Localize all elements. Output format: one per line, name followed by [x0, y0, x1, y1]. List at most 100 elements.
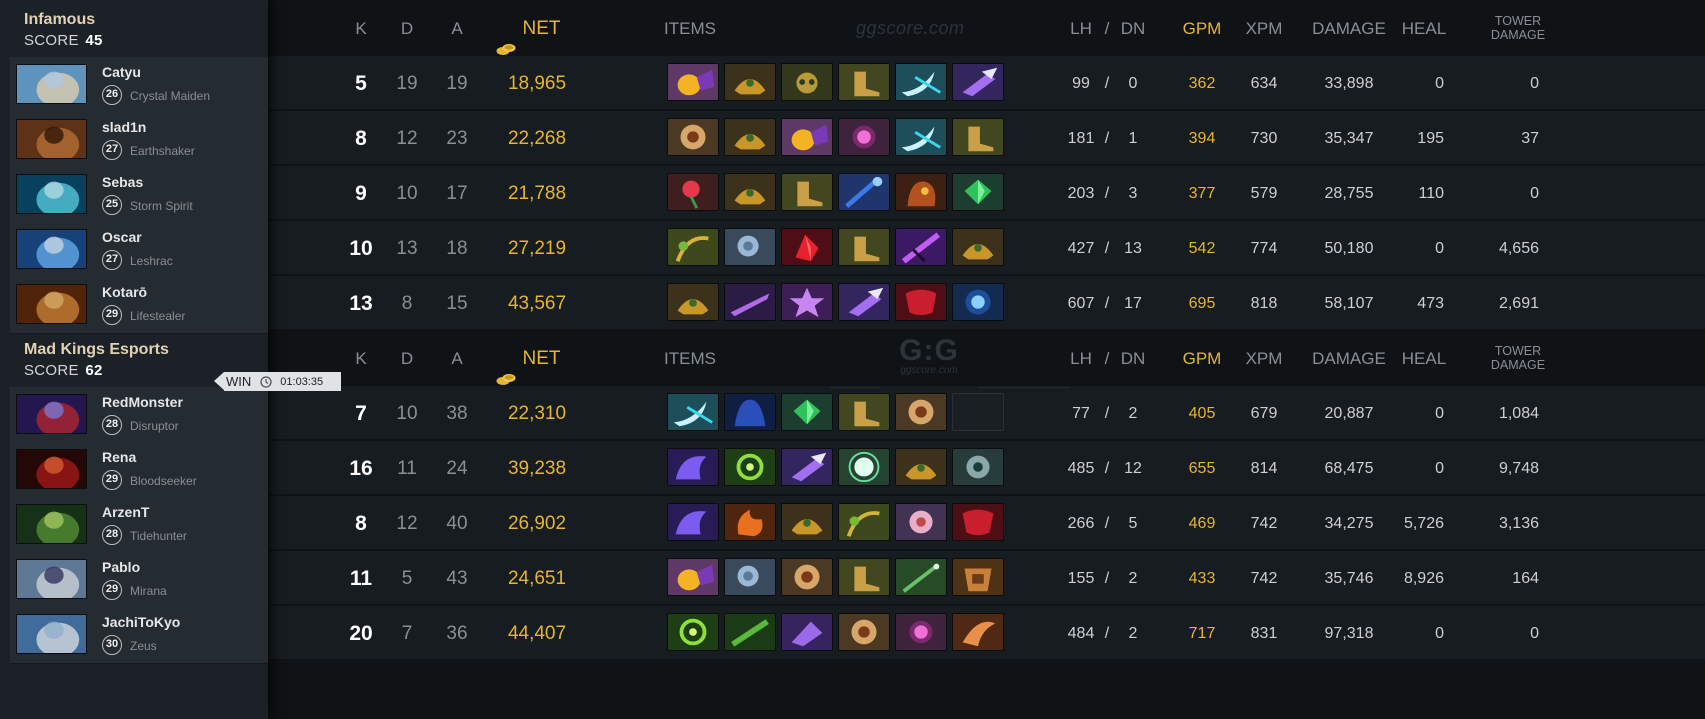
player-name[interactable]: RedMonster	[102, 394, 183, 410]
rose-item-icon[interactable]	[667, 173, 719, 211]
helm-item-icon[interactable]	[724, 118, 776, 156]
helm-item-icon[interactable]	[724, 173, 776, 211]
boots-item-icon[interactable]	[781, 173, 833, 211]
hero-name: Crystal Maiden	[130, 89, 211, 103]
swirl-item-icon[interactable]	[667, 613, 719, 651]
swirl-item-icon[interactable]	[724, 448, 776, 486]
header-damage: DAMAGE	[1312, 19, 1386, 38]
armor-item-icon[interactable]	[952, 558, 1004, 596]
cleaver-item-icon[interactable]	[781, 613, 833, 651]
horn-item-icon[interactable]	[952, 613, 1004, 651]
hook-item-icon[interactable]	[895, 63, 947, 101]
denies: 2	[1128, 570, 1138, 587]
player-card[interactable]: ArzenT 28 Tidehunter	[10, 497, 268, 554]
denies: 12	[1124, 460, 1142, 477]
helm-item-icon[interactable]	[952, 228, 1004, 266]
player-card[interactable]: Kotarō 29 Lifestealer	[10, 277, 268, 334]
dagger-item-icon[interactable]	[895, 228, 947, 266]
player-name[interactable]: JachiToKyo	[102, 614, 180, 630]
helm-item-icon[interactable]	[667, 283, 719, 321]
dragon-item-icon[interactable]	[952, 448, 1004, 486]
flower-item-icon[interactable]	[895, 503, 947, 541]
helm-item-icon[interactable]	[781, 503, 833, 541]
player-name[interactable]: Pablo	[102, 559, 140, 575]
xpm: 831	[1250, 625, 1278, 642]
axe-item-icon[interactable]	[724, 558, 776, 596]
orb-item-icon[interactable]	[895, 613, 947, 651]
player-card[interactable]: Sebas 25 Storm Spirit	[10, 167, 268, 224]
mask-item-icon[interactable]	[952, 503, 1004, 541]
net-worth: 18,965	[507, 73, 567, 94]
kills: 8	[355, 512, 367, 535]
shield-item-icon[interactable]	[895, 393, 947, 431]
flask-item-icon[interactable]	[781, 118, 833, 156]
player-name[interactable]: ArzenT	[102, 504, 149, 520]
header-tower-line1: TOWER	[1494, 344, 1542, 358]
assists: 18	[446, 238, 468, 259]
fire-item-icon[interactable]	[724, 503, 776, 541]
hook-item-icon[interactable]	[895, 118, 947, 156]
shield-item-icon[interactable]	[667, 118, 719, 156]
boots-item-icon[interactable]	[838, 393, 890, 431]
header-heal: HEAL	[1401, 349, 1447, 368]
claw-item-icon[interactable]	[952, 63, 1004, 101]
player-name[interactable]: Kotarō	[102, 284, 147, 300]
flask-item-icon[interactable]	[667, 558, 719, 596]
boots-item-icon[interactable]	[838, 558, 890, 596]
player-card[interactable]: slad1n 27 Earthshaker	[10, 112, 268, 169]
skull-item-icon[interactable]	[781, 63, 833, 101]
claw-item-icon[interactable]	[838, 283, 890, 321]
header-slash: /	[1104, 349, 1110, 368]
crystal-item-icon[interactable]	[781, 228, 833, 266]
claw-item-icon[interactable]	[781, 448, 833, 486]
hook-item-icon[interactable]	[667, 393, 719, 431]
helm-item-icon[interactable]	[724, 63, 776, 101]
scepter-item-icon[interactable]	[838, 173, 890, 211]
header-dn: DN	[1120, 19, 1146, 38]
wing-item-icon[interactable]	[667, 503, 719, 541]
gpm: 655	[1188, 460, 1216, 477]
burst-item-icon[interactable]	[838, 448, 890, 486]
player-card[interactable]: Oscar 27 Leshrac	[10, 222, 268, 279]
kills: 10	[349, 237, 373, 260]
boots-item-icon[interactable]	[838, 63, 890, 101]
player-name[interactable]: Catyu	[102, 64, 141, 80]
hood-item-icon[interactable]	[895, 173, 947, 211]
gem-item-icon[interactable]	[952, 173, 1004, 211]
player-card[interactable]: Rena 29 Bloodseeker	[10, 442, 268, 499]
gem-item-icon[interactable]	[781, 393, 833, 431]
shield-item-icon[interactable]	[838, 613, 890, 651]
hero-portrait	[16, 614, 87, 654]
star-item-icon[interactable]	[781, 283, 833, 321]
helm-item-icon[interactable]	[895, 448, 947, 486]
player-card[interactable]: JachiToKyo 30 Zeus	[10, 607, 268, 664]
mask-item-icon[interactable]	[895, 283, 947, 321]
flask-item-icon[interactable]	[667, 63, 719, 101]
wand-item-icon[interactable]	[895, 558, 947, 596]
orb-item-icon[interactable]	[838, 118, 890, 156]
boots-item-icon[interactable]	[838, 228, 890, 266]
axe-item-icon[interactable]	[724, 228, 776, 266]
wing-item-icon[interactable]	[667, 448, 719, 486]
player-name[interactable]: Oscar	[102, 229, 142, 245]
blade-item-icon[interactable]	[724, 283, 776, 321]
player-card[interactable]: Catyu 26 Crystal Maiden	[10, 57, 268, 114]
boots-item-icon[interactable]	[952, 118, 1004, 156]
item-slots	[667, 173, 1004, 213]
item-slots	[667, 283, 1004, 323]
player-name[interactable]: slad1n	[102, 119, 146, 135]
kills: 11	[349, 567, 373, 590]
deaths: 19	[396, 73, 418, 94]
sphere-item-icon[interactable]	[952, 283, 1004, 321]
assists: 36	[446, 623, 468, 644]
staff-item-icon[interactable]	[838, 503, 890, 541]
player-name[interactable]: Rena	[102, 449, 136, 465]
player-name[interactable]: Sebas	[102, 174, 143, 190]
shield-item-icon[interactable]	[781, 558, 833, 596]
sword-item-icon[interactable]	[724, 613, 776, 651]
staff-item-icon[interactable]	[667, 228, 719, 266]
player-card[interactable]: Pablo 29 Mirana	[10, 552, 268, 609]
player-card[interactable]: RedMonster 28 Disruptor	[10, 387, 268, 444]
cloak-item-icon[interactable]	[724, 393, 776, 431]
hero-portrait	[16, 449, 87, 489]
